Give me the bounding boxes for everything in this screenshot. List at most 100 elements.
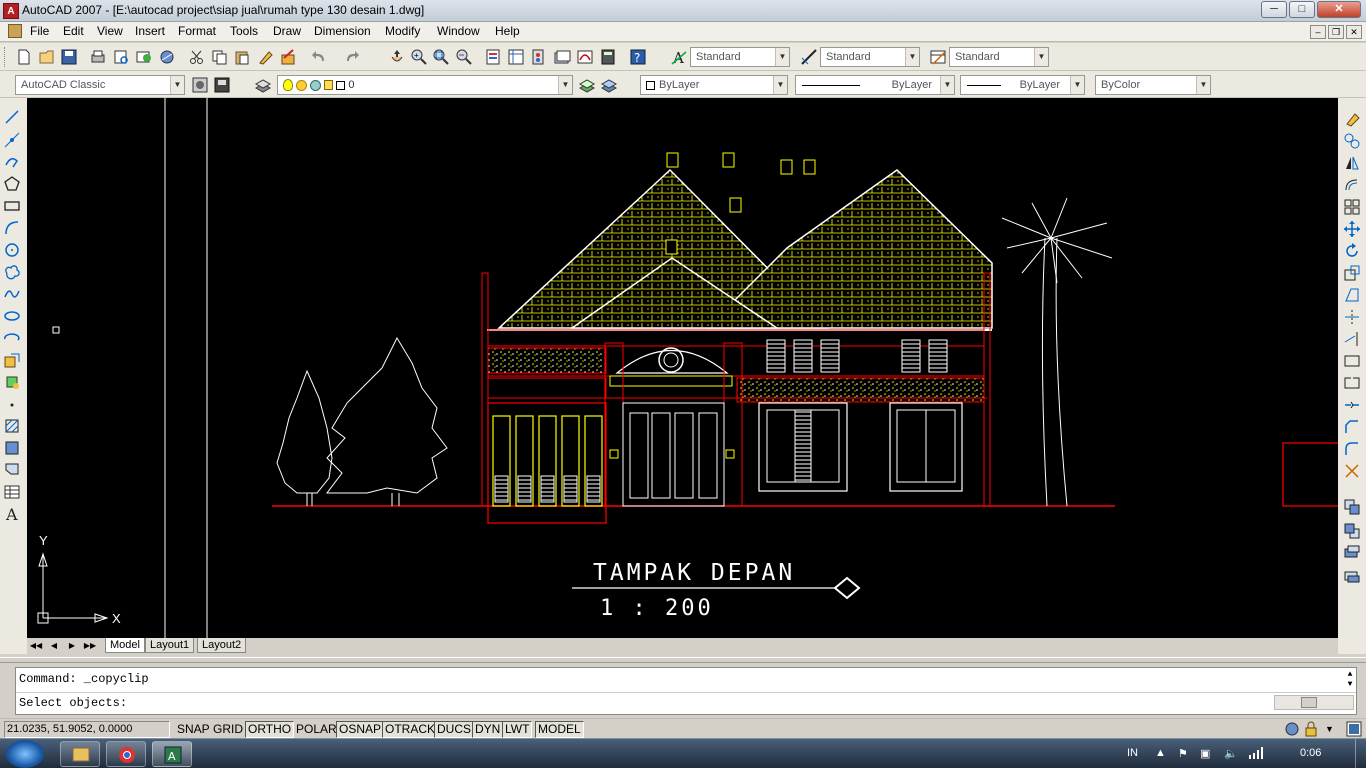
toolbar-lock-icon[interactable]	[1303, 721, 1319, 737]
command-prompt[interactable]: Select objects:	[19, 696, 127, 710]
menu-view[interactable]: View	[95, 24, 125, 38]
plotstyle-control-select[interactable]: ByColor ▼	[1095, 75, 1211, 95]
rectangle-icon[interactable]	[3, 197, 21, 215]
layer-previous-icon[interactable]	[600, 76, 618, 94]
make-object-layer-current-icon[interactable]	[578, 76, 596, 94]
save-icon[interactable]	[60, 48, 78, 66]
dim-style-icon[interactable]	[800, 48, 818, 66]
ortho-toggle[interactable]: ORTHO	[245, 721, 295, 738]
next-tab-button[interactable]: ▶	[65, 639, 79, 652]
lwt-toggle[interactable]: LWT	[502, 721, 533, 738]
copy-icon[interactable]	[210, 48, 228, 66]
make-block-icon[interactable]	[3, 373, 21, 391]
tool-palettes-icon[interactable]	[530, 48, 548, 66]
stretch-icon[interactable]	[1343, 286, 1361, 304]
grid-toggle[interactable]: GRID	[210, 721, 246, 738]
layer-viewport-icon[interactable]	[310, 79, 322, 91]
doc-minimize-button[interactable]: –	[1310, 25, 1326, 39]
construction-line-icon[interactable]	[3, 131, 21, 149]
publish-icon[interactable]	[135, 48, 153, 66]
doc-restore-button[interactable]: ❐	[1328, 25, 1344, 39]
language-indicator[interactable]: IN	[1127, 747, 1138, 759]
move-icon[interactable]	[1343, 220, 1361, 238]
coordinate-display[interactable]: 21.0235, 51.9052, 0.0000	[4, 721, 170, 738]
last-tab-button[interactable]: ▶▶	[83, 639, 97, 652]
show-hidden-icons-icon[interactable]: ▲	[1155, 747, 1166, 759]
otrack-toggle[interactable]: OTRACK	[382, 721, 439, 738]
menu-format[interactable]: Format	[176, 24, 218, 38]
workspace-settings-icon[interactable]	[191, 76, 209, 94]
volume-icon[interactable]: 🔈	[1224, 747, 1238, 760]
table-icon[interactable]	[3, 483, 21, 501]
doc-close-button[interactable]: ✕	[1346, 25, 1362, 39]
layer-manager-icon[interactable]	[254, 76, 272, 94]
undo-icon[interactable]	[310, 48, 328, 66]
markup-icon[interactable]	[576, 48, 594, 66]
region-icon[interactable]	[3, 460, 21, 478]
polygon-icon[interactable]	[3, 175, 21, 193]
command-scroll-arrows[interactable]: ▲ ▼	[1344, 670, 1356, 690]
match-properties-icon[interactable]	[257, 48, 275, 66]
menu-draw[interactable]: Draw	[271, 24, 303, 38]
draworder-front-icon[interactable]	[1343, 498, 1361, 516]
trim-icon[interactable]	[1343, 308, 1361, 326]
menu-edit[interactable]: Edit	[61, 24, 86, 38]
layer-lock-icon[interactable]	[324, 80, 334, 91]
maximize-button[interactable]: □	[1289, 1, 1315, 18]
rotate-icon[interactable]	[1343, 242, 1361, 260]
multiline-text-icon[interactable]: A	[3, 504, 21, 524]
clock[interactable]: 0:06	[1300, 747, 1321, 759]
zoom-previous-icon[interactable]	[455, 48, 473, 66]
lineweight-control-select[interactable]: ByLayer ▼	[960, 75, 1085, 95]
properties-icon[interactable]	[484, 48, 502, 66]
scale-icon[interactable]	[1343, 264, 1361, 282]
menu-file[interactable]: File	[28, 24, 51, 38]
prev-tab-button[interactable]: ◀	[47, 639, 61, 652]
command-window[interactable]: Command: _copyclip Select objects: ▲ ▼	[15, 667, 1357, 715]
array-icon[interactable]	[1343, 198, 1361, 216]
menu-help[interactable]: Help	[493, 24, 522, 38]
arc-icon[interactable]	[3, 219, 21, 237]
offset-icon[interactable]	[1343, 176, 1361, 194]
layer-on-icon[interactable]	[283, 79, 293, 92]
circle-icon[interactable]	[3, 241, 21, 259]
chamfer-icon[interactable]	[1343, 418, 1361, 436]
help-icon[interactable]: ?	[629, 48, 647, 66]
break-at-point-icon[interactable]	[1343, 352, 1361, 370]
autocad-taskbar-button[interactable]: A	[152, 741, 192, 767]
show-desktop-button[interactable]	[1355, 739, 1366, 768]
cut-icon[interactable]	[188, 48, 206, 66]
polyline-icon[interactable]	[3, 153, 21, 171]
redo-icon[interactable]	[343, 48, 361, 66]
table-style-select[interactable]: Standard ▼	[949, 47, 1049, 67]
new-icon[interactable]	[15, 48, 33, 66]
start-button-icon[interactable]	[6, 740, 44, 768]
network-signal-icon[interactable]	[1248, 747, 1264, 762]
workspace-select[interactable]: AutoCAD Classic ▼	[15, 75, 185, 95]
block-editor-icon[interactable]	[279, 48, 297, 66]
sheet-set-icon[interactable]	[553, 48, 571, 66]
action-center-flag-icon[interactable]: ⚑	[1178, 747, 1188, 760]
document-icon[interactable]	[8, 24, 22, 38]
qnew-icon[interactable]	[37, 48, 55, 66]
close-button[interactable]: ✕	[1317, 1, 1361, 18]
menu-modify[interactable]: Modify	[383, 24, 422, 38]
hatch-icon[interactable]	[3, 417, 21, 435]
mirror-icon[interactable]	[1343, 154, 1361, 172]
erase-icon[interactable]	[1343, 110, 1361, 128]
draworder-above-icon[interactable]	[1343, 544, 1361, 562]
gradient-icon[interactable]	[3, 439, 21, 457]
draworder-under-icon[interactable]	[1343, 567, 1361, 585]
spline-icon[interactable]	[3, 285, 21, 303]
menu-dimension[interactable]: Dimension	[312, 24, 373, 38]
table-style-icon[interactable]	[929, 48, 947, 66]
snap-toggle[interactable]: SNAP	[174, 721, 213, 738]
drawing-canvas[interactable]: X Y TAMPAK DEPAN 1 : 200	[27, 98, 1344, 638]
command-scrollbar[interactable]	[1274, 695, 1354, 710]
pan-icon[interactable]	[388, 48, 406, 66]
device-icon[interactable]: ▣	[1200, 747, 1210, 760]
dim-style-select[interactable]: Standard ▼	[820, 47, 920, 67]
menu-insert[interactable]: Insert	[133, 24, 167, 38]
layer-freeze-icon[interactable]	[296, 79, 308, 91]
first-tab-button[interactable]: ◀◀	[29, 639, 43, 652]
